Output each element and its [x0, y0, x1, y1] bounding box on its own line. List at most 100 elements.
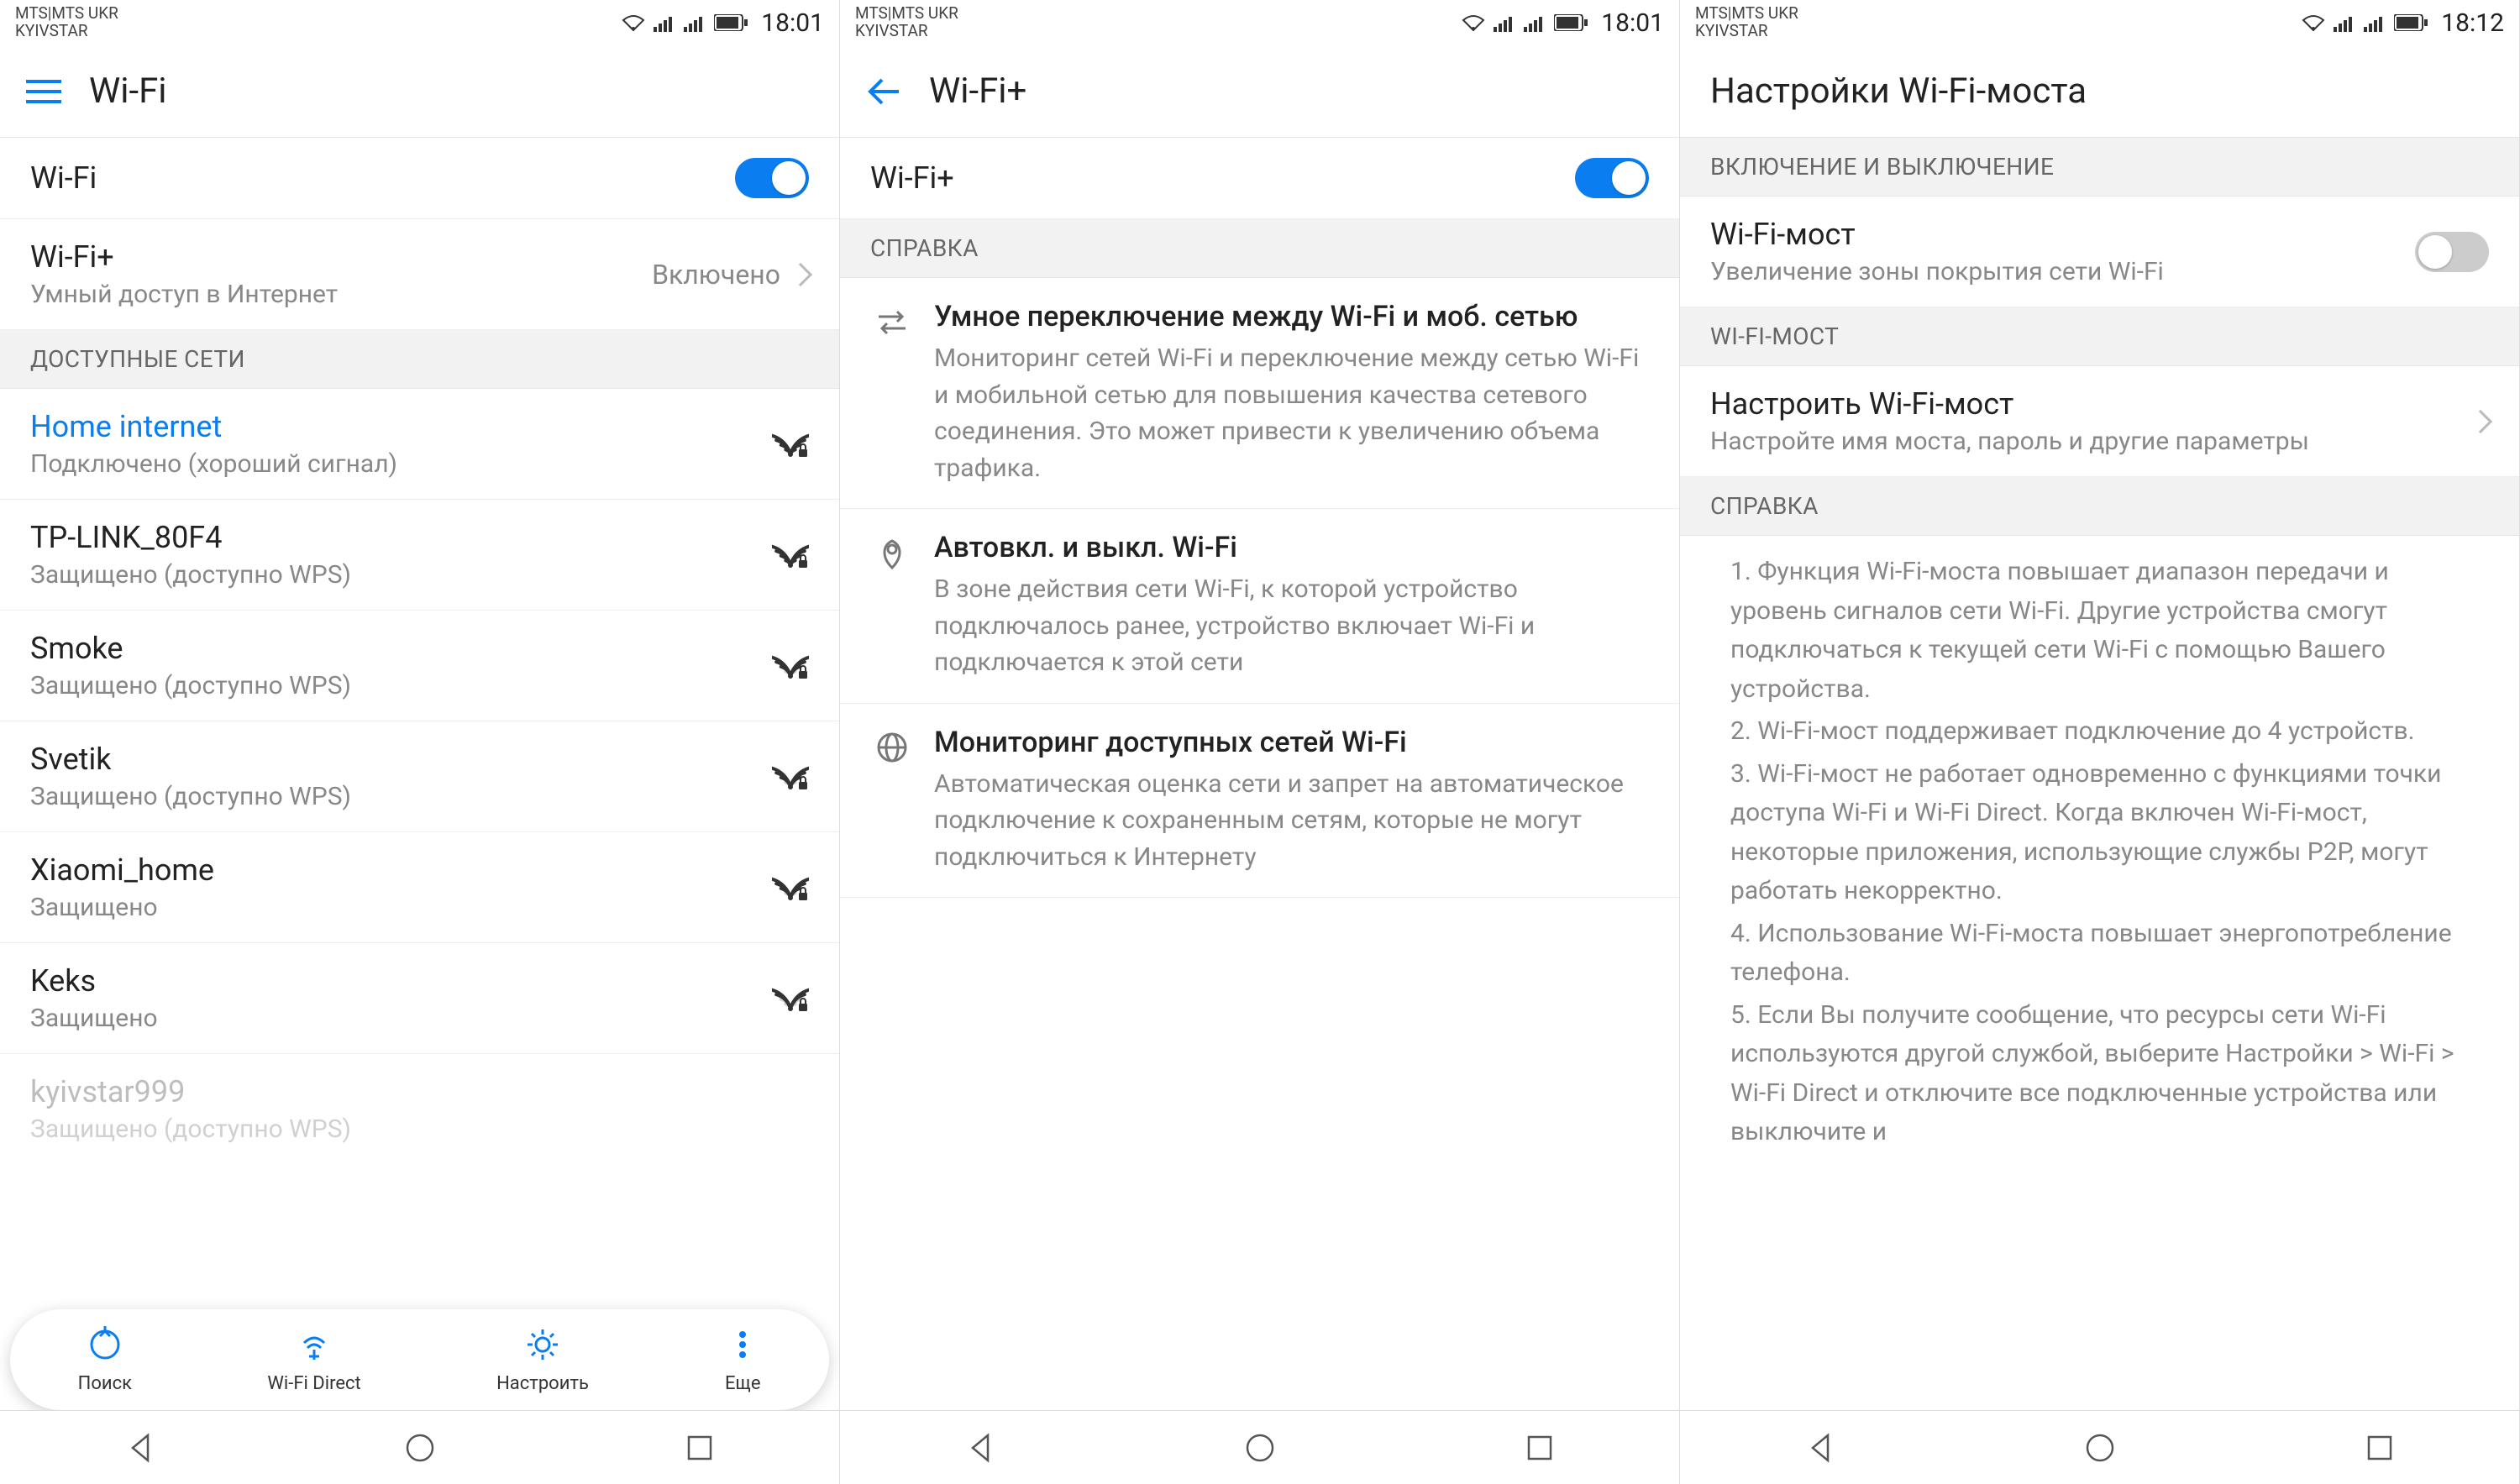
wifi-signal-icon	[772, 535, 809, 575]
action-search[interactable]: Поиск	[78, 1326, 132, 1394]
carrier-label: MTS|MTS UKR KYIVSTAR	[15, 5, 118, 40]
network-name: Xiaomi_home	[30, 852, 772, 888]
network-row[interactable]: Keks Защищено	[0, 943, 839, 1054]
bridge-title: Wi-Fi-мост	[1710, 217, 2415, 252]
wifi-plus-title: Wi-Fi+	[30, 239, 652, 275]
action-label: Поиск	[78, 1373, 132, 1394]
help-point: 2. Wi-Fi-мост поддерживает подключение д…	[1730, 712, 2489, 752]
action-label: Настроить	[496, 1373, 589, 1394]
nav-bar	[0, 1410, 839, 1484]
help-point: 4. Использование Wi-Fi-моста повышает эн…	[1730, 915, 2489, 993]
signal-icon	[2334, 13, 2355, 32]
configure-title: Настроить Wi-Fi-мост	[1710, 386, 2472, 422]
wifi-direct-icon	[296, 1326, 333, 1368]
status-bar: MTS|MTS UKR KYIVSTAR 18:01	[0, 0, 839, 45]
network-name: Home internet	[30, 409, 772, 444]
network-row[interactable]: TP-LINK_80F4 Защищено (доступно WPS)	[0, 500, 839, 611]
wifi-plus-toggle[interactable]	[1575, 158, 1649, 198]
gear-icon	[524, 1326, 561, 1368]
wifi-signal-icon	[772, 868, 809, 908]
content-scroll[interactable]: Wi-Fi Wi-Fi+ Умный доступ в Интернет Вкл…	[0, 138, 839, 1484]
network-status: Защищено	[30, 1004, 772, 1033]
nav-recent-icon[interactable]	[2362, 1430, 2397, 1466]
configure-bridge-row[interactable]: Настроить Wi-Fi-мост Настройте имя моста…	[1680, 366, 2519, 477]
screen-wifi-plus: MTS|MTS UKR KYIVSTAR 18:01 Wi-Fi+ Wi-Fi+…	[840, 0, 1680, 1484]
wifi-plus-toggle-row[interactable]: Wi-Fi+	[840, 138, 1679, 219]
wifi-toggle[interactable]	[735, 158, 809, 198]
network-status: Защищено (доступно WPS)	[30, 560, 772, 590]
refresh-icon	[87, 1326, 123, 1368]
app-bar: Настройки Wi-Fi-моста	[1680, 45, 2519, 138]
network-name: Smoke	[30, 631, 772, 666]
help-text-block: 1. Функция Wi-Fi-моста повышает диапазон…	[1680, 536, 2519, 1152]
back-arrow-icon[interactable]	[864, 71, 904, 112]
help-section-header: СПРАВКА	[840, 219, 1679, 278]
status-icons: 18:01	[1462, 8, 1664, 38]
battery-icon	[714, 14, 748, 31]
help-point: 3. Wi-Fi-мост не работает одновременно с…	[1730, 755, 2489, 911]
help-point: 5. Если Вы получите сообщение, что ресур…	[1730, 996, 2489, 1152]
wifi-status-icon	[1462, 13, 1485, 32]
signal-icon-2	[684, 13, 706, 32]
help-item-body: Мониторинг сетей Wi-Fi и переключение ме…	[934, 340, 1649, 486]
network-row[interactable]: Home internet Подключено (хороший сигнал…	[0, 389, 839, 500]
help-item-body: В зоне действия сети Wi-Fi, к которой ус…	[934, 571, 1649, 681]
chevron-right-icon	[789, 262, 812, 286]
status-icons: 18:12	[2302, 8, 2504, 38]
wifi-plus-status: Включено	[652, 259, 780, 291]
wifi-signal-icon	[772, 978, 809, 1019]
nav-bar	[840, 1410, 1679, 1484]
wifi-bridge-toggle[interactable]	[2415, 232, 2489, 272]
wifi-bridge-toggle-row[interactable]: Wi-Fi-мост Увеличение зоны покрытия сети…	[1680, 197, 2519, 307]
status-bar: MTS|MTS UKR KYIVSTAR 18:01	[840, 0, 1679, 45]
network-status: Защищено (доступно WPS)	[30, 782, 772, 811]
nav-recent-icon[interactable]	[682, 1430, 717, 1466]
help-item-title: Умное переключение между Wi-Fi и моб. се…	[934, 300, 1649, 333]
signal-icon	[1494, 13, 1515, 32]
hamburger-icon[interactable]	[24, 71, 64, 112]
action-configure[interactable]: Настроить	[496, 1326, 589, 1394]
help-item: Мониторинг доступных сетей Wi-Fi Автомат…	[840, 704, 1679, 899]
signal-icon-2	[1524, 13, 1546, 32]
nav-back-icon[interactable]	[1803, 1430, 1838, 1466]
app-bar: Wi-Fi	[0, 45, 839, 138]
app-bar: Wi-Fi+	[840, 45, 1679, 138]
page-title: Wi-Fi	[89, 71, 167, 112]
network-row[interactable]: Svetik Защищено (доступно WPS)	[0, 721, 839, 832]
network-name: Keks	[30, 963, 772, 999]
nav-home-icon[interactable]	[402, 1430, 438, 1466]
help-section-header: СПРАВКА	[1680, 477, 2519, 536]
screen-wifi-bridge: MTS|MTS UKR KYIVSTAR 18:12 Настройки Wi-…	[1680, 0, 2520, 1484]
available-networks-header: ДОСТУПНЫЕ СЕТИ	[0, 330, 839, 389]
nav-home-icon[interactable]	[2082, 1430, 2118, 1466]
wifi-signal-icon	[772, 424, 809, 464]
nav-bar	[1680, 1410, 2519, 1484]
page-title: Настройки Wi-Fi-моста	[1710, 71, 2087, 112]
more-icon	[724, 1326, 761, 1368]
nav-home-icon[interactable]	[1242, 1430, 1278, 1466]
status-bar: MTS|MTS UKR KYIVSTAR 18:12	[1680, 0, 2519, 45]
wifi-plus-label: Wi-Fi+	[870, 160, 1575, 196]
page-title: Wi-Fi+	[929, 71, 1026, 112]
partial-network-row[interactable]: kyivstar999 Защищено (доступно WPS)	[0, 1054, 839, 1164]
wifi-signal-icon	[772, 757, 809, 797]
network-row[interactable]: Smoke Защищено (доступно WPS)	[0, 611, 839, 721]
wifi-toggle-row[interactable]: Wi-Fi	[0, 138, 839, 219]
nav-back-icon[interactable]	[123, 1430, 158, 1466]
action-wifi-direct[interactable]: Wi-Fi Direct	[267, 1326, 360, 1394]
signal-icon-2	[2364, 13, 2386, 32]
network-status: Защищено (доступно WPS)	[30, 671, 772, 700]
nav-recent-icon[interactable]	[1522, 1430, 1557, 1466]
wifi-plus-row[interactable]: Wi-Fi+ Умный доступ в Интернет Включено	[0, 219, 839, 330]
content-scroll[interactable]: Wi-Fi+ СПРАВКА Умное переключение между …	[840, 138, 1679, 1484]
wifi-label: Wi-Fi	[30, 160, 735, 196]
network-row[interactable]: Xiaomi_home Защищено	[0, 832, 839, 943]
action-more[interactable]: Еще	[724, 1326, 761, 1394]
content-scroll[interactable]: ВКЛЮЧЕНИЕ И ВЫКЛЮЧЕНИЕ Wi-Fi-мост Увелич…	[1680, 138, 2519, 1484]
swap-icon	[870, 303, 914, 347]
pin-icon	[870, 534, 914, 578]
wifi-status-icon	[2302, 13, 2325, 32]
bridge-section-header: WI-FI-МОСТ	[1680, 307, 2519, 366]
action-label: Wi-Fi Direct	[267, 1373, 360, 1394]
nav-back-icon[interactable]	[963, 1430, 998, 1466]
